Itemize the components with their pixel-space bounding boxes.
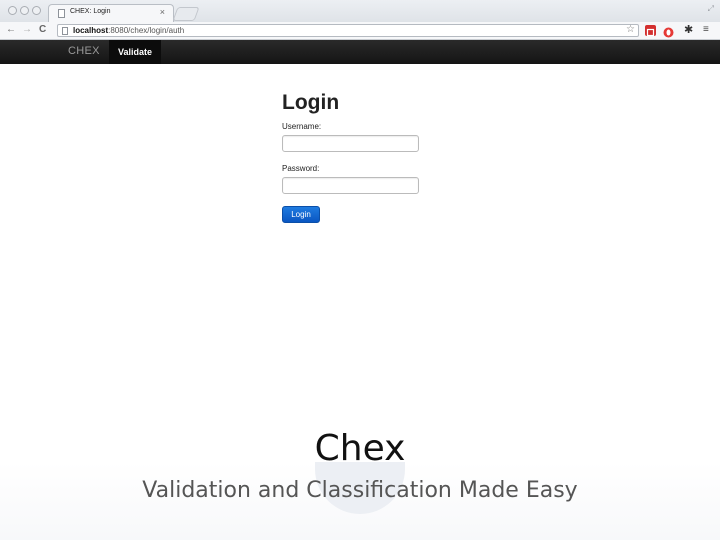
reload-icon[interactable]: C [39, 24, 46, 36]
password-field[interactable] [282, 177, 419, 194]
page-icon [62, 27, 68, 35]
back-icon[interactable]: ← [6, 24, 16, 36]
window-zoom-icon[interactable] [32, 6, 41, 15]
page-title: Login [282, 91, 340, 114]
username-label: Username: [282, 122, 322, 131]
page-icon [58, 9, 65, 18]
tab-title: CHEX: Login [70, 8, 111, 15]
browser-titlebar: CHEX: Login × ⤢ [0, 0, 720, 23]
brand-logo[interactable]: CHEX [68, 45, 100, 57]
username-field[interactable] [282, 135, 419, 152]
address-bar[interactable]: localhost:8080/chex/login/auth ☆ [57, 24, 639, 37]
extension-red-icon[interactable] [645, 25, 656, 37]
nav-item-validate[interactable]: Validate [109, 40, 161, 64]
browser-tab[interactable]: CHEX: Login × [48, 4, 174, 23]
window-minimize-icon[interactable] [20, 6, 29, 15]
slide-subtitle: Validation and Classification Made Easy [142, 478, 578, 503]
window-close-icon[interactable] [8, 6, 17, 15]
login-button[interactable]: Login [282, 206, 320, 223]
address-url[interactable]: localhost:8080/chex/login/auth [73, 25, 184, 36]
browser-toolbar: ← → C localhost:8080/chex/login/auth ☆ ✱… [0, 22, 720, 40]
bookmark-star-icon[interactable]: ☆ [626, 24, 635, 35]
fullscreen-icon[interactable]: ⤢ [708, 4, 714, 14]
extension-opera-icon[interactable] [663, 25, 674, 38]
password-label: Password: [282, 164, 320, 173]
slide-title: Chex [314, 428, 406, 469]
tab-close-icon[interactable]: × [160, 7, 165, 17]
forward-icon[interactable]: → [22, 24, 32, 36]
menu-icon[interactable]: ≡ [703, 24, 709, 36]
new-tab-button[interactable] [172, 7, 200, 21]
settings-gear-icon[interactable]: ✱ [684, 24, 693, 36]
app-navbar: CHEX Validate [0, 40, 720, 64]
